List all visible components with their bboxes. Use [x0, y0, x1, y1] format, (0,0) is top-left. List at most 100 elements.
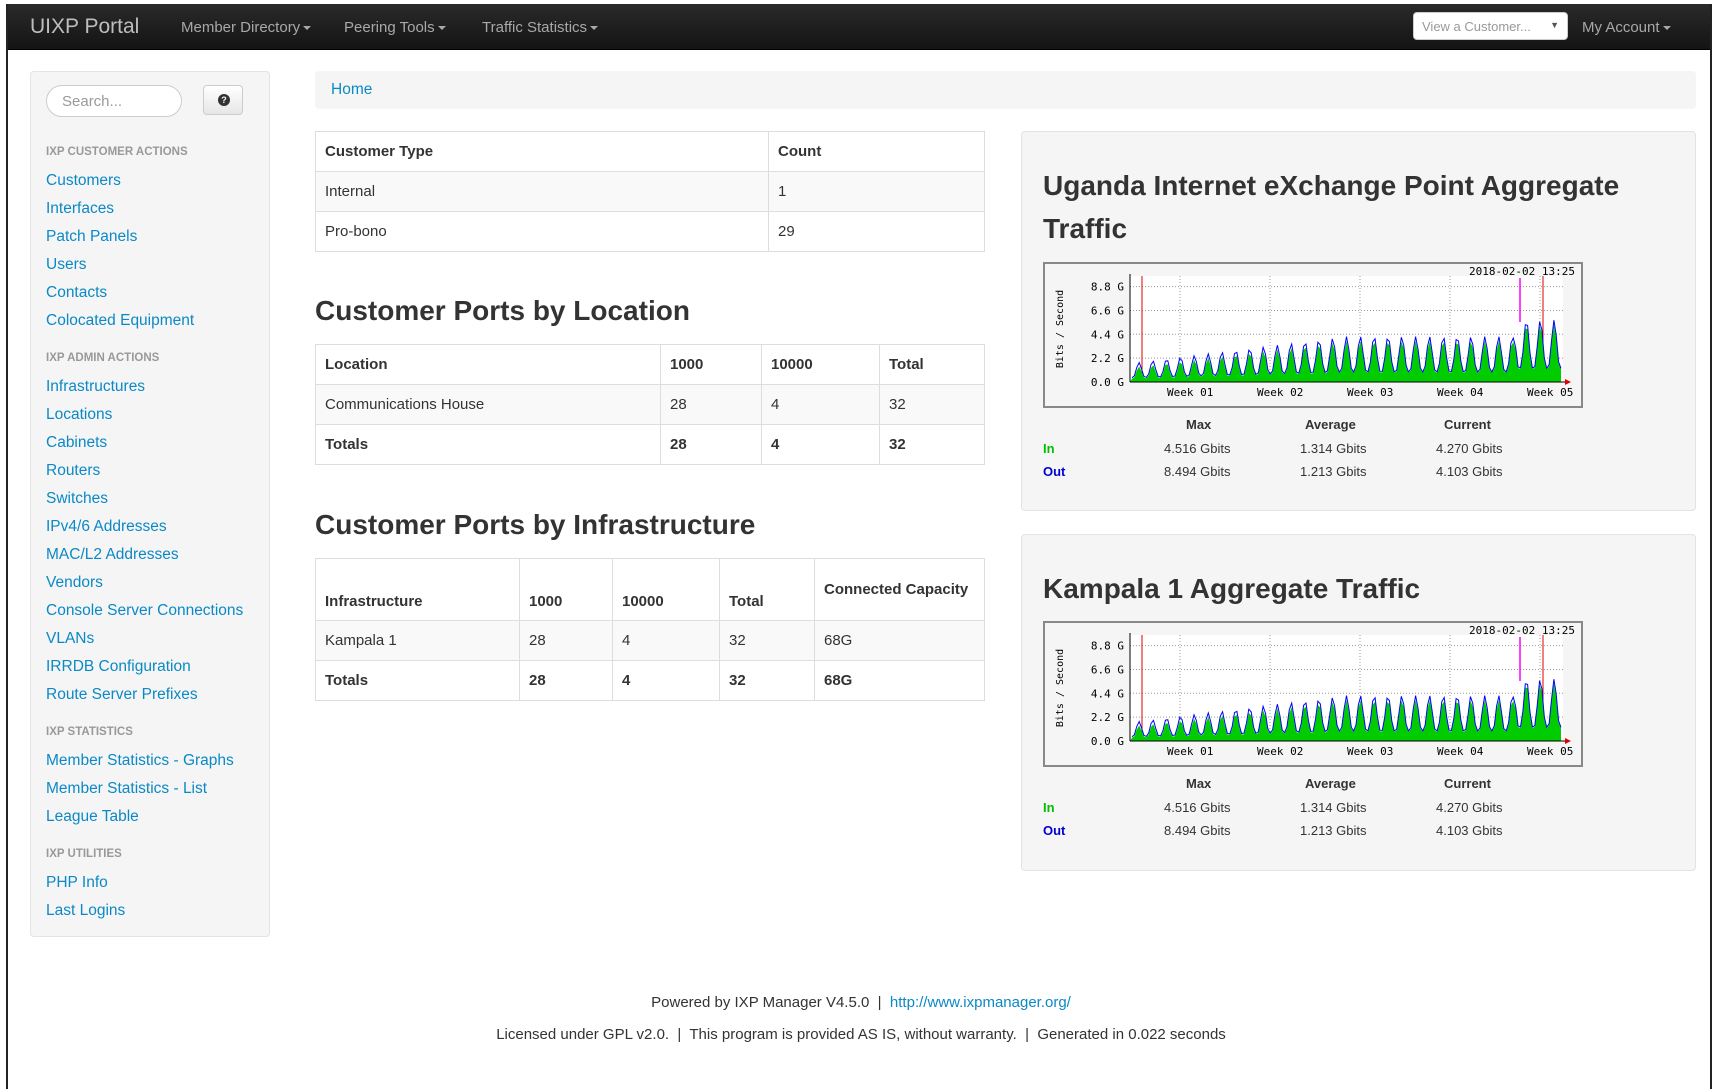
- in-average: 1.314 Gbits: [1300, 441, 1367, 456]
- in-label: In: [1043, 800, 1055, 815]
- footer-ixpmanager-link[interactable]: http://www.ixpmanager.org/: [890, 994, 1071, 1011]
- sidebar-item-patch-panels[interactable]: Patch Panels: [46, 228, 137, 246]
- sidebar-item-ip-addresses[interactable]: IPv4/6 Addresses: [46, 518, 167, 536]
- table-totals-row: Totals 28 4 32: [315, 424, 985, 465]
- cell-totals-label: Totals: [315, 424, 661, 465]
- col-location: Location: [315, 344, 661, 385]
- menu-traffic-statistics[interactable]: Traffic Statistics: [482, 19, 599, 36]
- sidebar: ? IXP CUSTOMER ACTIONS Customers Interfa…: [30, 71, 270, 937]
- footer-license-line: Licensed under GPL v2.0. | This program …: [8, 1026, 1714, 1043]
- sidebar-item-routers[interactable]: Routers: [46, 462, 100, 480]
- out-max: 8.494 Gbits: [1164, 823, 1231, 838]
- stat-header-max: Max: [1186, 776, 1212, 791]
- col-total: Total: [879, 344, 985, 385]
- sidebar-item-console-server-connections[interactable]: Console Server Connections: [46, 602, 243, 620]
- footer-separator: |: [673, 1026, 686, 1043]
- traffic-graph[interactable]: 0.0 G 2.2 G 4.4 G 6.6 G 8.8 G Week 01 Week 02 W…: [1043, 262, 1583, 408]
- stat-header-max: Max: [1186, 417, 1212, 432]
- y-tick-label: 6.6 G: [1091, 663, 1124, 676]
- sidebar-item-member-statistics-list[interactable]: Member Statistics - List: [46, 780, 207, 798]
- table-row: Kampala 1 28 4 32 68G: [315, 620, 985, 661]
- axis-arrow-icon: [1565, 738, 1571, 744]
- stat-header-average: Average: [1305, 776, 1356, 791]
- breadcrumb-home-link[interactable]: Home: [331, 81, 372, 99]
- sidebar-item-interfaces[interactable]: Interfaces: [46, 200, 114, 218]
- sidebar-item-last-logins[interactable]: Last Logins: [46, 902, 125, 920]
- sidebar-item-infrastructures[interactable]: Infrastructures: [46, 378, 145, 396]
- in-current: 4.270 Gbits: [1436, 441, 1503, 456]
- sidebar-header-statistics: IXP STATISTICS: [46, 726, 133, 738]
- y-axis-title: Bits / Second: [1055, 649, 1066, 727]
- menu-peering-tools[interactable]: Peering Tools: [344, 19, 446, 36]
- in-max: 4.516 Gbits: [1164, 441, 1231, 456]
- cell-location: Communications House: [315, 384, 661, 425]
- sidebar-item-league-table[interactable]: League Table: [46, 808, 139, 826]
- sidebar-item-colocated-equipment[interactable]: Colocated Equipment: [46, 312, 194, 330]
- sidebar-item-locations[interactable]: Locations: [46, 406, 112, 424]
- col-customer-type: Customer Type: [315, 131, 769, 172]
- cell-type: Internal: [315, 171, 769, 212]
- traffic-graph[interactable]: 0.0 G 2.2 G 4.4 G 6.6 G 8.8 G Week 01 Week 02 W…: [1043, 621, 1583, 767]
- sidebar-item-vlans[interactable]: VLANs: [46, 630, 94, 648]
- sidebar-item-vendors[interactable]: Vendors: [46, 574, 103, 592]
- col-10000: 10000: [612, 558, 720, 621]
- brand-link[interactable]: UIXP Portal: [30, 15, 139, 39]
- sidebar-item-member-statistics-graphs[interactable]: Member Statistics - Graphs: [46, 752, 234, 770]
- cell-infrastructure: Kampala 1: [315, 620, 520, 661]
- table-row: Communications House 28 4 32: [315, 384, 985, 425]
- graph-timestamp: 2018-02-02 13:25: [1469, 265, 1575, 278]
- table-row: Pro-bono 29: [315, 211, 985, 252]
- menu-member-directory[interactable]: Member Directory: [181, 19, 312, 36]
- footer-warranty: This program is provided AS IS, without …: [689, 1026, 1017, 1043]
- sidebar-item-customers[interactable]: Customers: [46, 172, 121, 190]
- out-label: Out: [1043, 823, 1066, 838]
- stat-header-current: Current: [1444, 776, 1491, 791]
- out-current: 4.103 Gbits: [1436, 823, 1503, 838]
- traffic-graph-image: 0.0 G 2.2 G 4.4 G 6.6 G 8.8 G Week 01 Week 02 W…: [1055, 624, 1575, 758]
- sidebar-item-contacts[interactable]: Contacts: [46, 284, 107, 302]
- y-axis-title: Bits / Second: [1055, 290, 1066, 368]
- x-tick-label: Week 03: [1347, 386, 1393, 399]
- caret-down-icon: [437, 26, 446, 31]
- customer-select[interactable]: View a Customer... ▼: [1413, 12, 1568, 40]
- search-input[interactable]: [46, 85, 182, 117]
- x-tick-label: Week 01: [1167, 386, 1213, 399]
- sidebar-item-irrdb-configuration[interactable]: IRRDB Configuration: [46, 658, 191, 676]
- sidebar-header-customer-actions: IXP CUSTOMER ACTIONS: [46, 146, 188, 158]
- sidebar-item-users[interactable]: Users: [46, 256, 86, 274]
- ports-by-infrastructure-table: Infrastructure 1000 10000 Total Connecte…: [315, 558, 985, 701]
- sidebar-item-cabinets[interactable]: Cabinets: [46, 434, 107, 452]
- in-max: 4.516 Gbits: [1164, 800, 1231, 815]
- stat-header-current: Current: [1444, 417, 1491, 432]
- sidebar-item-route-server-prefixes[interactable]: Route Server Prefixes: [46, 686, 198, 704]
- sidebar-header-admin-actions: IXP ADMIN ACTIONS: [46, 352, 160, 364]
- customer-type-table: Customer Type Count Internal 1 Pro-bono …: [315, 131, 985, 252]
- out-current: 4.103 Gbits: [1436, 464, 1503, 479]
- table-header-row: Location 1000 10000 Total: [315, 344, 985, 385]
- col-total: Total: [719, 558, 815, 621]
- graph-panel-kampala: Kampala 1 Aggregate Traffic 0.0 G 2.2 G 4.…: [1021, 534, 1696, 871]
- cell-totals-label: Totals: [315, 660, 520, 701]
- cell-1000: 28: [519, 660, 613, 701]
- sidebar-header-utilities: IXP UTILITIES: [46, 848, 122, 860]
- cell-10000: 4: [761, 384, 880, 425]
- x-tick-label: Week 04: [1437, 386, 1484, 399]
- sidebar-item-switches[interactable]: Switches: [46, 490, 108, 508]
- x-tick-label: Week 03: [1347, 745, 1393, 758]
- cell-1000: 28: [660, 384, 762, 425]
- graph-panel-title: Kampala 1 Aggregate Traffic: [1043, 573, 1421, 604]
- sidebar-item-mac-addresses[interactable]: MAC/L2 Addresses: [46, 546, 179, 564]
- x-tick-label: Week 04: [1437, 745, 1484, 758]
- ports-by-infrastructure-title: Customer Ports by Infrastructure: [315, 509, 756, 540]
- col-count: Count: [768, 131, 985, 172]
- sidebar-item-php-info[interactable]: PHP Info: [46, 874, 108, 892]
- footer-powered: Powered by IXP Manager V4.5.0: [651, 994, 870, 1011]
- search-help-button[interactable]: ?: [203, 85, 243, 115]
- cell-total: 32: [879, 384, 985, 425]
- menu-my-account[interactable]: My Account: [1582, 19, 1671, 36]
- caret-down-icon: [590, 26, 599, 31]
- cell-total: 32: [879, 424, 985, 465]
- cell-count: 29: [768, 211, 985, 252]
- x-tick-label: Week 02: [1257, 386, 1303, 399]
- y-tick-label: 0.0 G: [1091, 735, 1124, 748]
